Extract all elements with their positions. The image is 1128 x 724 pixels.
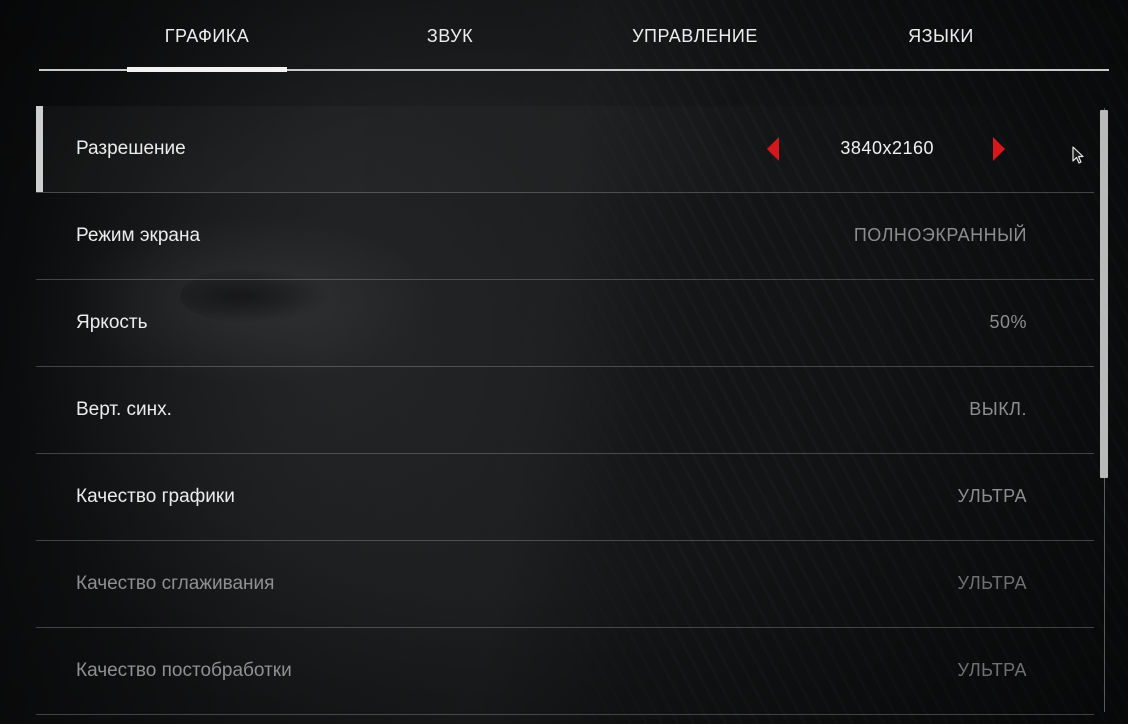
scrollbar-thumb[interactable] bbox=[1100, 110, 1108, 478]
setting-label-resolution: Разрешение bbox=[76, 138, 186, 159]
setting-label-screen-mode: Режим экрана bbox=[76, 225, 201, 246]
setting-row-postprocessing-quality: Качество постобработки УЛЬТРА bbox=[36, 628, 1094, 715]
setting-value-graphics-quality: УЛЬТРА bbox=[957, 486, 1027, 506]
tab-languages[interactable]: ЯЗЫКИ bbox=[881, 26, 1001, 69]
setting-value-postprocessing-quality: УЛЬТРА bbox=[957, 660, 1027, 680]
setting-value-antialiasing-quality: УЛЬТРА bbox=[957, 573, 1027, 593]
arrow-right-icon[interactable] bbox=[993, 137, 1005, 161]
setting-row-screen-mode[interactable]: Режим экрана ПОЛНОЭКРАННЫЙ bbox=[36, 193, 1094, 280]
setting-row-brightness[interactable]: Яркость 50% bbox=[36, 280, 1094, 367]
graphics-settings-list: Разрешение 3840x2160 Режим экрана ПОЛНОЭ… bbox=[36, 106, 1094, 715]
setting-value-resolution: 3840x2160 bbox=[840, 138, 934, 158]
setting-label-graphics-quality: Качество графики bbox=[76, 486, 235, 507]
setting-value-vsync: ВЫКЛ. bbox=[969, 399, 1027, 419]
setting-row-antialiasing-quality: Качество сглаживания УЛЬТРА bbox=[36, 541, 1094, 628]
tab-sound-label: ЗВУК bbox=[426, 26, 474, 46]
setting-label-vsync: Верт. синх. bbox=[76, 399, 172, 420]
setting-label-antialiasing-quality: Качество сглаживания bbox=[76, 573, 275, 594]
tab-controls[interactable]: УПРАВЛЕНИЕ bbox=[620, 26, 770, 69]
setting-value-brightness: 50% bbox=[989, 312, 1027, 332]
tab-languages-label: ЯЗЫКИ bbox=[908, 26, 974, 46]
tab-graphics[interactable]: ГРАФИКА bbox=[127, 26, 287, 72]
arrow-left-icon[interactable] bbox=[767, 137, 779, 161]
tab-sound[interactable]: ЗВУК bbox=[390, 26, 510, 69]
setting-row-graphics-quality[interactable]: Качество графики УЛЬТРА bbox=[36, 454, 1094, 541]
setting-label-brightness: Яркость bbox=[76, 312, 148, 333]
settings-scrollbar[interactable] bbox=[1100, 108, 1109, 712]
tab-graphics-label: ГРАФИКА bbox=[164, 26, 250, 46]
settings-tabs: ГРАФИКА ЗВУК УПРАВЛЕНИЕ ЯЗЫКИ bbox=[39, 0, 1109, 72]
selection-marker bbox=[36, 106, 43, 192]
tab-controls-label: УПРАВЛЕНИЕ bbox=[632, 26, 758, 46]
setting-label-postprocessing-quality: Качество постобработки bbox=[76, 660, 292, 681]
setting-row-resolution[interactable]: Разрешение 3840x2160 bbox=[36, 106, 1094, 193]
mouse-cursor-icon bbox=[1072, 146, 1084, 164]
setting-row-vsync[interactable]: Верт. синх. ВЫКЛ. bbox=[36, 367, 1094, 454]
setting-value-screen-mode: ПОЛНОЭКРАННЫЙ bbox=[853, 225, 1027, 245]
